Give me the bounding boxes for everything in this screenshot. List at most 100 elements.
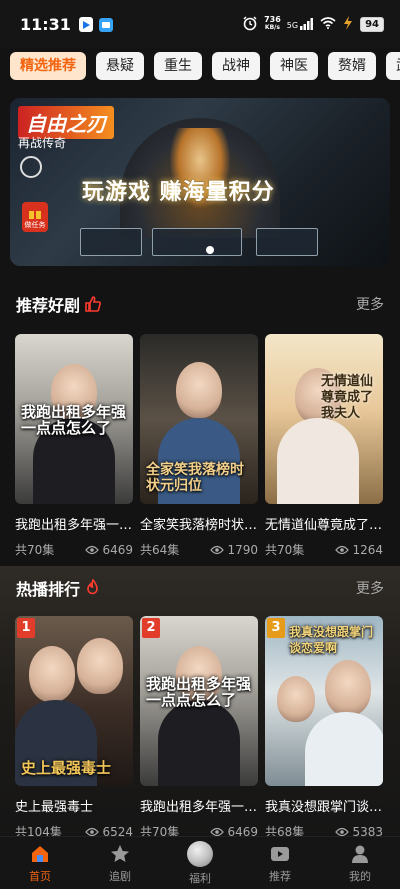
poster-figure xyxy=(77,638,123,694)
eye-icon xyxy=(85,827,100,836)
banner-page-indicator xyxy=(206,246,214,254)
nav-label-profile: 我的 xyxy=(349,869,371,883)
drama-card[interactable]: 我真没想跟掌门谈恋爱啊 3 我真没想跟掌门谈恋爱啊 共68集 5383 xyxy=(265,616,383,840)
drama-meta: 共70集 6469 xyxy=(15,541,133,558)
drama-title[interactable]: 我真没想跟掌门谈恋爱啊 xyxy=(265,796,383,815)
status-time: 11:31 xyxy=(20,14,71,34)
nav-recommend[interactable]: 推荐 xyxy=(240,837,320,889)
drama-title[interactable]: 史上最强毒士 xyxy=(15,796,133,815)
drama-meta: 共64集 1790 xyxy=(140,541,258,558)
poster-title-text: 我跑出租多年强一点点怎么了 xyxy=(146,675,252,709)
episode-count: 共70集 xyxy=(265,543,305,557)
poster-figure-body xyxy=(158,700,240,786)
battery-indicator: 94 xyxy=(360,16,384,32)
home-icon xyxy=(32,845,48,862)
nav-label-following: 追剧 xyxy=(109,869,131,883)
profile-icon xyxy=(352,845,368,863)
drama-meta: 共70集 1264 xyxy=(265,541,383,558)
task-badge[interactable]: 做任务 xyxy=(22,202,48,232)
nav-label-welfare: 福利 xyxy=(189,871,211,885)
rank-badge: 3 xyxy=(267,618,285,638)
nav-welfare[interactable]: 福利 xyxy=(160,837,240,889)
media-app-icon xyxy=(78,17,93,32)
view-count: 1264 xyxy=(335,543,383,557)
drama-card[interactable]: 全家笑我落榜时状元归位 全家笑我落榜时状元归位 共64集 1790 xyxy=(140,334,258,558)
drama-title[interactable]: 无情道仙尊竟成了我夫人 xyxy=(265,514,383,533)
drama-title[interactable]: 我跑出租多年强一点点怎么了 xyxy=(140,796,258,815)
alarm-icon xyxy=(242,15,258,34)
banner-stat-panel-mid xyxy=(152,228,242,256)
banner-stat-panel-left xyxy=(80,228,142,256)
network-type: 5G xyxy=(286,21,299,30)
poster-title-text: 史上最强毒士 xyxy=(21,759,112,777)
gift-icon xyxy=(29,211,41,219)
chat-app-icon xyxy=(98,17,113,32)
section-title-hot: 热播排行 xyxy=(16,580,81,599)
view-count-value: 1790 xyxy=(227,542,258,557)
drama-poster[interactable]: 我真没想跟掌门谈恋爱啊 3 xyxy=(265,616,383,786)
recommended-list: 我跑出租多年强一点点怎么了 我跑出租多年强一点点怎么了 共70集 6469 全家… xyxy=(15,334,385,558)
welfare-icon xyxy=(187,840,213,867)
status-indicators: 736 KB/s 5G 94 xyxy=(242,15,384,34)
drama-title[interactable]: 我跑出租多年强一点点怎么了 xyxy=(15,514,133,533)
thumbs-up-icon xyxy=(84,295,102,313)
section-title-recommended: 推荐好剧 xyxy=(16,296,81,315)
task-badge-label: 做任务 xyxy=(24,221,46,229)
drama-poster[interactable]: 无情道仙尊竟成了我夫人 xyxy=(265,334,383,504)
recommended-more-link[interactable]: 更多 xyxy=(356,294,384,314)
drama-card[interactable]: 无情道仙尊竟成了我夫人 无情道仙尊竟成了我夫人 共70集 1264 xyxy=(265,334,383,558)
hot-list: 史上最强毒士 1 史上最强毒士 共104集 6524 我跑出租多年强一点点怎么了… xyxy=(15,616,385,840)
category-tabs: 精选推荐 悬疑 重生 战神 神医 赘婿 武侠 xyxy=(0,52,400,84)
eye-icon xyxy=(210,545,225,554)
hot-more-link[interactable]: 更多 xyxy=(356,578,384,598)
nav-following[interactable]: 追剧 xyxy=(80,837,160,889)
tab-war-god[interactable]: 战神 xyxy=(212,52,260,80)
drama-poster[interactable]: 我跑出租多年强一点点怎么了 xyxy=(15,334,133,504)
tab-martial-arts[interactable]: 武侠 xyxy=(386,52,400,80)
tab-rebirth[interactable]: 重生 xyxy=(154,52,202,80)
bottom-nav: 首页 追剧 福利 推荐 我的 xyxy=(0,836,400,889)
nav-label-recommend: 推荐 xyxy=(269,869,291,883)
poster-figure xyxy=(176,362,222,418)
view-count-value: 6469 xyxy=(102,542,133,557)
promo-banner[interactable]: 自由之刃 再战传奇 玩游戏 赚海量积分 做任务 xyxy=(10,98,390,266)
poster-figure xyxy=(29,646,75,702)
rank-badge: 1 xyxy=(17,618,35,638)
status-bar: 11:31 736 KB/s 5G 94 xyxy=(0,0,400,48)
drama-card[interactable]: 我跑出租多年强一点点怎么了 我跑出租多年强一点点怎么了 共70集 6469 xyxy=(15,334,133,558)
drama-card[interactable]: 史上最强毒士 1 史上最强毒士 共104集 6524 xyxy=(15,616,133,840)
poster-figure xyxy=(277,676,315,722)
charging-icon xyxy=(342,15,354,33)
view-count: 1790 xyxy=(210,543,258,557)
drama-poster[interactable]: 史上最强毒士 1 xyxy=(15,616,133,786)
eye-icon xyxy=(335,827,350,836)
wifi-icon xyxy=(320,16,336,32)
eye-icon xyxy=(85,545,100,554)
signal-icon: 5G xyxy=(287,18,314,30)
tab-miracle-doctor[interactable]: 神医 xyxy=(270,52,318,80)
poster-title-text: 全家笑我落榜时状元归位 xyxy=(146,462,244,494)
poster-figure-body xyxy=(305,712,383,786)
view-count: 6469 xyxy=(85,543,133,557)
banner-emblem-icon xyxy=(20,156,42,178)
drama-title[interactable]: 全家笑我落榜时状元归位 xyxy=(140,514,258,533)
flame-icon xyxy=(84,578,102,597)
banner-slogan: 玩游戏 赚海量积分 xyxy=(82,180,275,205)
nav-label-home: 首页 xyxy=(29,869,51,883)
tab-suspense[interactable]: 悬疑 xyxy=(96,52,144,80)
nav-profile[interactable]: 我的 xyxy=(320,837,400,889)
star-icon xyxy=(111,844,129,862)
rank-badge: 2 xyxy=(142,618,160,638)
drama-poster[interactable]: 全家笑我落榜时状元归位 xyxy=(140,334,258,504)
banner-subtitle: 再战传奇 xyxy=(18,136,67,150)
drama-poster[interactable]: 我跑出租多年强一点点怎么了 2 xyxy=(140,616,258,786)
tab-featured[interactable]: 精选推荐 xyxy=(10,52,86,80)
poster-title-text: 我跑出租多年强一点点怎么了 xyxy=(21,403,127,437)
play-icon xyxy=(271,846,289,861)
net-speed-unit: KB/s xyxy=(264,24,280,31)
poster-figure-body xyxy=(277,418,359,504)
tab-son-in-law[interactable]: 赘婿 xyxy=(328,52,376,80)
drama-card[interactable]: 我跑出租多年强一点点怎么了 2 我跑出租多年强一点点怎么了 共70集 6469 xyxy=(140,616,258,840)
nav-home[interactable]: 首页 xyxy=(0,837,80,889)
recommended-header: 推荐好剧 更多 xyxy=(0,289,400,319)
